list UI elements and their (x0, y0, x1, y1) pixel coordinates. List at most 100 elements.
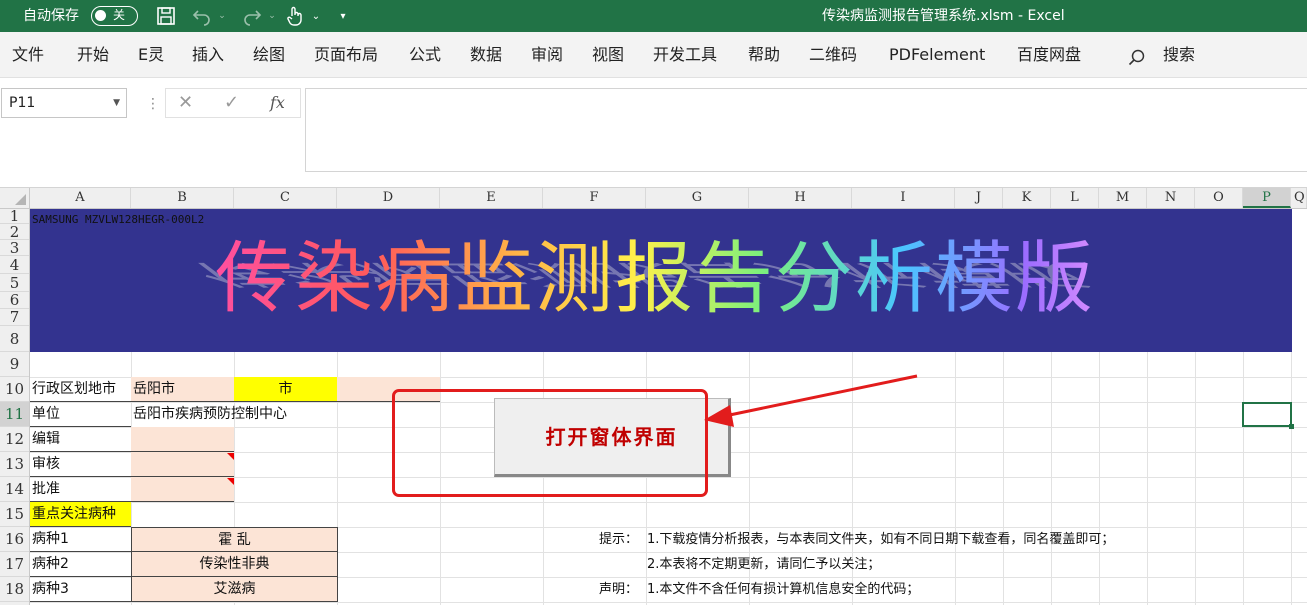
undo-icon[interactable] (190, 4, 214, 28)
cell-b14[interactable] (131, 477, 234, 502)
row-header-7[interactable]: 7 (0, 309, 29, 326)
comment-indicator-icon[interactable] (227, 453, 234, 460)
cell-b12[interactable] (131, 427, 234, 452)
row-header-10[interactable]: 10 (0, 377, 29, 402)
tab-home[interactable]: 开始 (77, 32, 109, 78)
cell-a10[interactable]: 行政区划地市 (30, 377, 131, 402)
save-icon[interactable] (154, 4, 178, 28)
cell-a13[interactable]: 审核 (30, 452, 131, 477)
row-header-13[interactable]: 13 (0, 452, 29, 477)
row-header-4[interactable]: 4 (0, 256, 29, 274)
redo-icon[interactable] (240, 4, 264, 28)
tab-qrcode[interactable]: 二维码 (809, 32, 857, 78)
customize-qat-icon[interactable]: ▾ (336, 4, 350, 28)
row-header-3[interactable]: 3 (0, 240, 29, 256)
row-header-2[interactable]: 2 (0, 224, 29, 240)
formula-input[interactable] (305, 88, 1307, 172)
tab-draw[interactable]: 绘图 (253, 32, 285, 78)
tab-baidu-netdisk[interactable]: 百度网盘 (1017, 32, 1081, 78)
row-header-8[interactable]: 8 (0, 326, 29, 352)
cell-a18[interactable]: 病种3 (30, 577, 131, 602)
tab-view[interactable]: 视图 (592, 32, 624, 78)
column-header-j[interactable]: J (955, 188, 1003, 208)
column-header-k[interactable]: K (1003, 188, 1051, 208)
cell-b16[interactable]: 霍 乱 (131, 527, 338, 552)
cell-a12[interactable]: 编辑 (30, 427, 131, 452)
column-header-g[interactable]: G (646, 188, 749, 208)
gridline (30, 502, 1307, 503)
name-box-dropdown-icon[interactable]: ▼ (113, 89, 120, 117)
title-banner: SAMSUNG MZVLW128HEGR-000L2 传染病监测报告分析模版 传… (30, 209, 1292, 352)
autosave-toggle[interactable]: 关 (91, 6, 138, 26)
cell-b17[interactable]: 传染性非典 (131, 552, 338, 577)
cell-a15[interactable]: 重点关注病种 (30, 502, 131, 527)
gridline (955, 352, 956, 605)
row-headers: 1 2 3 4 5 6 7 8 9 10 11 12 13 14 15 16 1… (0, 209, 30, 605)
touch-dropdown-icon[interactable]: ⌄ (310, 4, 322, 28)
touch-mode-icon[interactable] (284, 4, 306, 28)
active-cell-p11[interactable] (1242, 402, 1294, 429)
insert-function-icon[interactable]: fx (270, 89, 285, 117)
tab-page-layout[interactable]: 页面布局 (314, 32, 378, 78)
formula-bar-grip-icon[interactable]: ⋮ (146, 96, 160, 112)
cancel-icon[interactable]: ✕ (178, 89, 193, 117)
search-icon[interactable] (1128, 34, 1146, 80)
cell-b18[interactable]: 艾滋病 (131, 577, 338, 602)
cell-b10[interactable]: 岳阳市 (131, 377, 234, 402)
banner-title: 传染病监测报告分析模版 (215, 229, 1095, 329)
column-header-i[interactable]: I (852, 188, 955, 208)
column-header-e[interactable]: E (440, 188, 543, 208)
cell-a14[interactable]: 批准 (30, 477, 131, 502)
tab-file[interactable]: 文件 (12, 32, 44, 78)
column-headers: A B C D E F G H I J K L M N O P Q (0, 188, 1307, 209)
cell-a17[interactable]: 病种2 (30, 552, 131, 577)
cell-c10[interactable]: 市 (234, 377, 337, 402)
column-header-o[interactable]: O (1195, 188, 1243, 208)
row-header-12[interactable]: 12 (0, 427, 29, 452)
row-header-6[interactable]: 6 (0, 292, 29, 309)
tab-data[interactable]: 数据 (470, 32, 502, 78)
tab-eling[interactable]: E灵 (138, 32, 164, 78)
comment-indicator-icon[interactable] (227, 478, 234, 485)
row-header-14[interactable]: 14 (0, 477, 29, 502)
fill-handle[interactable] (1289, 424, 1294, 429)
tab-help[interactable]: 帮助 (748, 32, 780, 78)
row-header-1[interactable]: 1 (0, 209, 29, 224)
cell-a11[interactable]: 单位 (30, 402, 131, 427)
column-header-d[interactable]: D (337, 188, 440, 208)
cell-a16[interactable]: 病种1 (30, 527, 131, 552)
title-bar: 自动保存 关 ⌄ ⌄ ⌄ ▾ 传染病监测报告管理系统.xlsm - Excel (0, 0, 1307, 32)
column-header-a[interactable]: A (30, 188, 131, 208)
row-header-9[interactable]: 9 (0, 352, 29, 377)
tab-developer[interactable]: 开发工具 (653, 32, 717, 78)
row-header-18[interactable]: 18 (0, 577, 29, 602)
column-header-b[interactable]: B (131, 188, 234, 208)
column-header-q[interactable]: Q (1291, 188, 1307, 208)
column-header-p[interactable]: P (1243, 188, 1291, 208)
row-header-5[interactable]: 5 (0, 274, 29, 292)
tab-review[interactable]: 审阅 (531, 32, 563, 78)
tab-insert[interactable]: 插入 (192, 32, 224, 78)
row-header-15[interactable]: 15 (0, 502, 29, 527)
select-all-corner[interactable] (0, 188, 30, 208)
hint-line-1: 1.下载疫情分析报表，与本表同文件夹，如有不同日期下载查看，同名覆盖即可； (647, 532, 1115, 547)
worksheet-grid[interactable]: SAMSUNG MZVLW128HEGR-000L2 传染病监测报告分析模版 传… (30, 209, 1307, 605)
column-header-m[interactable]: M (1099, 188, 1147, 208)
undo-dropdown-icon[interactable]: ⌄ (216, 4, 228, 28)
name-box[interactable]: P11 ▼ (1, 88, 127, 118)
tab-pdfelement[interactable]: PDFelement (889, 32, 985, 78)
row-header-17[interactable]: 17 (0, 552, 29, 577)
tab-formulas[interactable]: 公式 (409, 32, 441, 78)
column-header-f[interactable]: F (543, 188, 646, 208)
row-header-16[interactable]: 16 (0, 527, 29, 552)
row-header-11[interactable]: 11 (0, 402, 29, 427)
column-header-c[interactable]: C (234, 188, 337, 208)
cell-b13[interactable] (131, 452, 234, 477)
cell-b11[interactable]: 岳阳市疾病预防控制中心 (131, 402, 331, 427)
search-label[interactable]: 搜索 (1163, 32, 1195, 78)
column-header-h[interactable]: H (749, 188, 852, 208)
enter-icon[interactable]: ✓ (224, 89, 239, 117)
column-header-l[interactable]: L (1051, 188, 1099, 208)
redo-dropdown-icon[interactable]: ⌄ (266, 4, 278, 28)
column-header-n[interactable]: N (1147, 188, 1195, 208)
